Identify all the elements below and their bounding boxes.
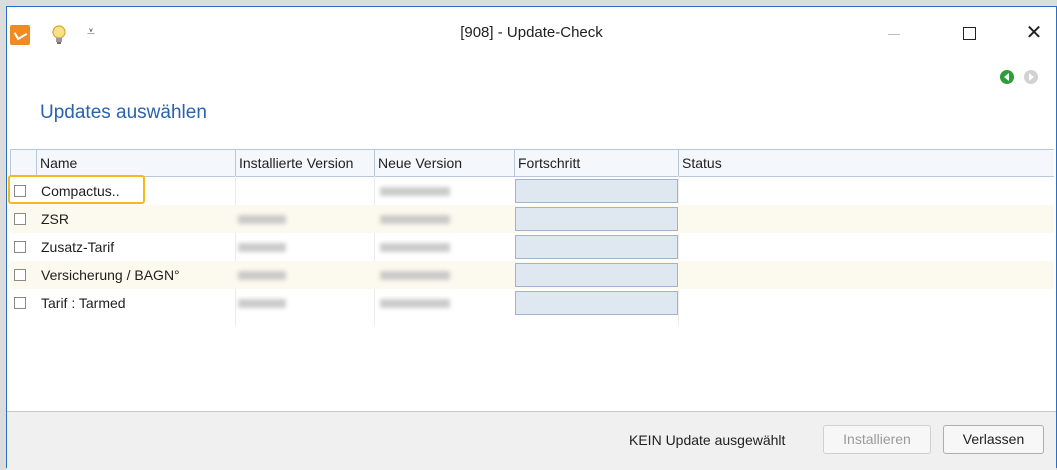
- row-checkbox[interactable]: [14, 213, 26, 225]
- installed-version-redacted: [238, 215, 286, 224]
- updates-table: Name Installierte Version Neue Version F…: [8, 149, 1054, 412]
- new-version-redacted: [380, 271, 450, 280]
- forward-arrow-icon: [1024, 70, 1038, 84]
- new-version-redacted: [380, 299, 450, 308]
- table-row[interactable]: Zusatz-Tarif: [10, 233, 1054, 261]
- update-name: Zusatz-Tarif: [41, 239, 115, 255]
- progress-bar: [515, 179, 678, 203]
- page-heading: Updates auswählen: [40, 102, 207, 123]
- update-name: Versicherung / BAGN°: [41, 267, 180, 283]
- column-header-name[interactable]: Name: [36, 150, 235, 176]
- column-header-status[interactable]: Status: [678, 150, 1054, 176]
- install-button[interactable]: Installieren: [823, 425, 931, 454]
- progress-bar: [515, 207, 678, 231]
- row-checkbox[interactable]: [14, 269, 26, 281]
- table-header: Name Installierte Version Neue Version F…: [10, 150, 1054, 177]
- progress-bar: [515, 235, 678, 259]
- title-bar: ⩡ [908] - Update-Check ✕: [7, 7, 1056, 57]
- close-button[interactable]: ✕: [1019, 21, 1049, 45]
- new-version-redacted: [380, 215, 450, 224]
- back-arrow-icon[interactable]: [999, 69, 1015, 85]
- minimize-button[interactable]: [879, 21, 909, 45]
- table-row[interactable]: Versicherung / BAGN°: [10, 261, 1054, 289]
- table-row[interactable]: Tarif : Tarmed: [10, 289, 1054, 317]
- new-version-redacted: [380, 243, 450, 252]
- installed-version-redacted: [238, 243, 286, 252]
- new-version-redacted: [380, 187, 450, 196]
- progress-bar: [515, 263, 678, 287]
- header-select-column: [10, 150, 36, 176]
- maximize-button[interactable]: [954, 21, 984, 45]
- row-checkbox[interactable]: [14, 241, 26, 253]
- column-header-progress[interactable]: Fortschritt: [514, 150, 678, 176]
- footer-bar: KEIN Update ausgewählt Installieren Verl…: [7, 411, 1056, 470]
- table-row[interactable]: Compactus..: [8, 175, 1054, 205]
- highlight-box: [8, 175, 145, 204]
- installed-version-redacted: [238, 271, 286, 280]
- update-name: Tarif : Tarmed: [41, 295, 126, 311]
- column-header-installed-version[interactable]: Installierte Version: [235, 150, 374, 176]
- leave-button[interactable]: Verlassen: [943, 425, 1044, 454]
- row-checkbox[interactable]: [14, 297, 26, 309]
- column-header-new-version[interactable]: Neue Version: [374, 150, 514, 176]
- update-name: ZSR: [41, 211, 69, 227]
- update-check-window: ⩡ [908] - Update-Check ✕ Updates auswähl…: [6, 6, 1057, 470]
- progress-bar: [515, 291, 678, 315]
- selection-status: KEIN Update ausgewählt: [629, 432, 786, 448]
- table-row[interactable]: ZSR: [10, 205, 1054, 233]
- installed-version-redacted: [238, 299, 286, 308]
